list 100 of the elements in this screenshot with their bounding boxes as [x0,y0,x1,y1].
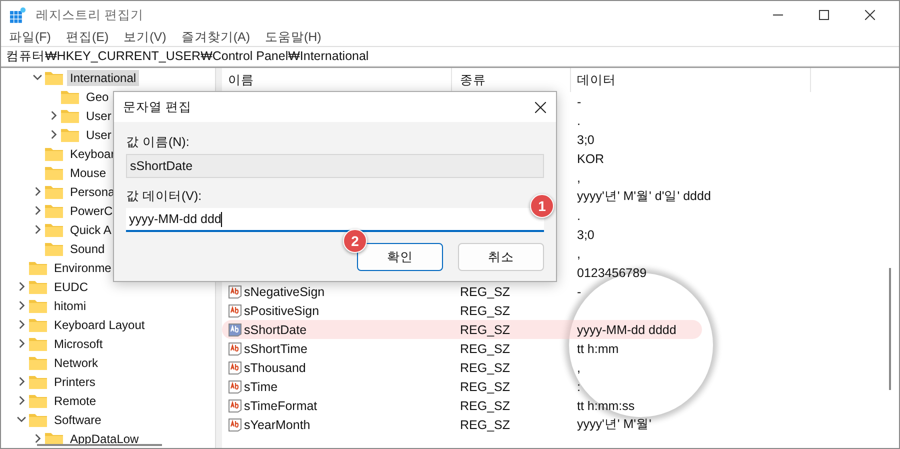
tree-item[interactable]: Keyboard Layout [51,316,148,332]
chevron-right-icon[interactable] [48,111,58,120]
tree-item[interactable]: Sound [67,240,108,256]
scrollbar-thumb[interactable] [37,444,162,446]
folder-icon [45,222,63,236]
folder-icon [61,128,79,142]
folder-icon [29,412,47,426]
value-type: REG_SZ [460,360,510,374]
tree-item[interactable]: hitomi [51,298,90,314]
string-value-icon [228,284,242,298]
tree-item[interactable]: Geo [83,88,112,104]
tree-item[interactable]: International [67,70,140,86]
address-bar[interactable]: 컴퓨터₩HKEY_CURRENT_USER₩Control Panel₩International [1,46,899,67]
window-title: 레지스트리 편집기 [36,6,144,24]
value-data: yyyy'년' M'월' [577,417,652,431]
tree-item[interactable]: AppDataLow [67,430,142,446]
column-header[interactable]: 데이터 [571,68,811,92]
folder-icon [29,260,47,274]
menu-item[interactable]: 보기(V) [124,29,166,46]
tree-item[interactable]: PowerC [67,202,116,218]
tree-item[interactable]: Quick A [67,222,114,238]
tree-item[interactable]: Printers [51,374,98,390]
menu-item[interactable]: 도움말(H) [264,29,322,46]
menu-item[interactable]: 편집(E) [66,29,109,46]
dialog-button[interactable]: 확인 [357,243,443,271]
tree-item[interactable]: Network [51,354,102,370]
tree-item[interactable]: Microsoft [51,336,106,352]
chevron-right-icon[interactable] [32,206,42,215]
string-value-icon [228,322,242,336]
scrollbar-thumb[interactable] [889,268,891,390]
folder-icon [29,336,47,350]
value-name: sTime [244,380,278,394]
value-type: REG_SZ [460,342,510,356]
chevron-right-icon[interactable] [32,225,42,234]
folder-icon [45,166,63,180]
value-name: sPositiveSign [244,304,320,318]
folder-icon [45,242,63,256]
value-data: . [577,114,580,128]
string-value-icon [228,398,242,412]
value-data: - [577,94,582,108]
tree-item[interactable]: EUDC [51,278,92,294]
menu-item[interactable]: 즐겨찾기(A) [181,29,250,46]
folder-icon [29,374,47,388]
value-data: tt h:mm:ss [577,398,635,412]
dialog-title: 문자열 편집 [123,98,192,116]
value-type: REG_SZ [460,322,510,336]
value-type: REG_SZ [460,380,510,394]
chevron-right-icon[interactable] [32,187,42,196]
folder-icon [29,356,47,370]
value-name: sYearMonth [244,418,310,432]
value-data: - [577,284,582,298]
chevron-right-icon[interactable] [16,396,26,405]
tree-item[interactable]: Mouse [67,164,110,180]
value-name: sShortDate [244,322,307,336]
tree-item[interactable]: Software [51,412,104,428]
value-data: , [577,246,580,260]
folder-icon [45,184,63,198]
value-data: 3;0 [577,228,594,242]
close-icon[interactable] [535,102,546,112]
registry-editor-icon [10,7,26,23]
chevron-right-icon[interactable] [16,282,26,291]
value-type: REG_SZ [460,284,510,298]
tree-item[interactable]: Remote [51,392,100,408]
value-data: , [577,360,580,374]
folder-icon [61,108,79,122]
chevron-right-icon[interactable] [32,434,42,443]
value-name: sTimeFormat [244,398,318,412]
folder-icon [45,204,63,218]
value-data: , [577,170,580,184]
chevron-right-icon[interactable] [16,320,26,329]
folder-icon [61,90,79,104]
tree-item[interactable]: User [83,108,114,124]
value-data: 3;0 [577,132,594,146]
chevron-down-icon[interactable] [16,415,26,424]
folder-icon [29,280,47,294]
chevron-down-icon[interactable] [32,73,42,82]
value-name: sNegativeSign [244,284,325,298]
value-name: sThousand [244,360,306,374]
string-value-icon [228,418,242,432]
chevron-right-icon[interactable] [16,377,26,386]
tree-item[interactable]: User [83,126,114,142]
step-marker: 1 [530,194,554,218]
tree-item[interactable]: Environme [51,260,114,276]
close-icon[interactable] [865,10,875,20]
folder-icon [45,70,63,84]
chevron-right-icon[interactable] [48,130,58,139]
string-value-icon [228,304,242,318]
value-data: yyyy'년' M'월' d'일' dddd [577,189,711,203]
name-field[interactable]: sShortDate [126,154,544,178]
chevron-right-icon[interactable] [16,301,26,310]
dialog-button[interactable]: 취소 [458,243,544,271]
folder-icon [45,146,63,160]
value-name: sShortTime [244,342,308,356]
folder-icon [45,432,63,446]
value-data: . [577,208,580,222]
menu-item[interactable]: 파일(F) [9,29,51,46]
string-value-icon [228,380,242,394]
maximize-icon[interactable] [819,10,829,20]
chevron-right-icon[interactable] [16,339,26,348]
value-data: : [577,380,580,394]
